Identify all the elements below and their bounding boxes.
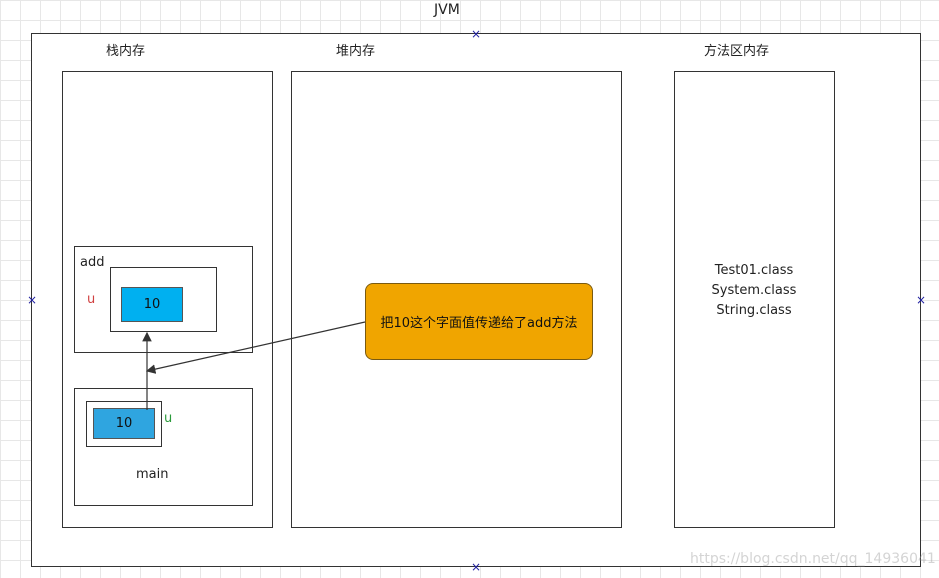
add-frame-label: add: [80, 255, 105, 270]
watermark-text: https://blog.csdn.net/qq_14936041: [690, 551, 936, 567]
class-entry: Test01.class: [714, 263, 794, 278]
x-mark-icon[interactable]: ×: [915, 294, 927, 306]
heap-title: 堆内存: [336, 44, 376, 59]
method-area-title: 方法区内存: [704, 44, 770, 59]
x-mark-icon[interactable]: ×: [26, 294, 38, 306]
main-var-name: u: [164, 411, 173, 426]
pass-value-note[interactable]: 把10这个字面值传递给了add方法: [365, 283, 593, 360]
class-entry: String.class: [716, 303, 792, 318]
add-value-box[interactable]: 10: [121, 287, 183, 322]
x-mark-icon[interactable]: ×: [470, 28, 482, 40]
stack-title: 栈内存: [106, 44, 146, 59]
main-value-box[interactable]: 10: [93, 408, 155, 439]
add-var-name: u: [87, 292, 96, 307]
x-mark-icon[interactable]: ×: [470, 561, 482, 573]
jvm-title: JVM: [434, 2, 460, 18]
main-frame-label: main: [136, 467, 169, 482]
method-area-class-list: Test01.class System.class String.class: [674, 261, 834, 321]
class-entry: System.class: [711, 283, 797, 298]
